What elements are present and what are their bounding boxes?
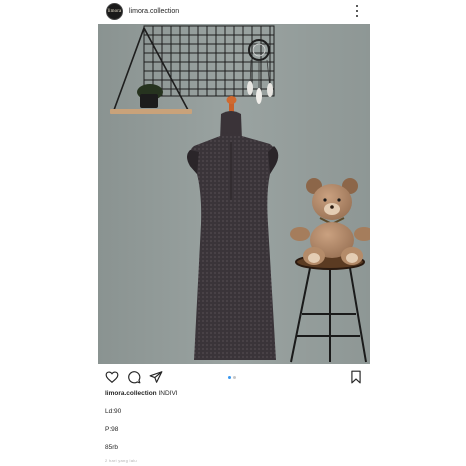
post-image[interactable]: [98, 24, 370, 364]
post-timestamp: 2 hari yang lalu: [105, 458, 137, 463]
bookmark-icon[interactable]: [349, 370, 363, 384]
carousel-dot: [233, 376, 236, 379]
paper-plane-icon[interactable]: [149, 370, 163, 384]
carousel-dot-active: [228, 376, 231, 379]
post-header: limora limora.collection: [98, 0, 370, 22]
caption-line-size-p: P:98: [105, 426, 119, 433]
caption-title: limora.collection INDIVI: [105, 390, 178, 397]
avatar[interactable]: limora: [106, 2, 123, 20]
caption-text: INDIVI: [158, 390, 178, 397]
caption-username[interactable]: limora.collection: [105, 390, 157, 397]
product-photo: [98, 24, 370, 364]
avatar-logo-text: limora: [107, 8, 122, 14]
caption-line-size-ld: Ld:90: [105, 408, 122, 415]
heart-icon[interactable]: [105, 370, 119, 384]
carousel-indicator: [228, 376, 236, 379]
comment-icon[interactable]: [127, 370, 141, 384]
action-bar: [98, 366, 370, 388]
wooden-shelf: [110, 109, 192, 114]
post-username[interactable]: limora.collection: [129, 8, 179, 15]
more-vertical-icon[interactable]: [354, 4, 360, 18]
caption-line-price: 85rb: [105, 444, 119, 451]
